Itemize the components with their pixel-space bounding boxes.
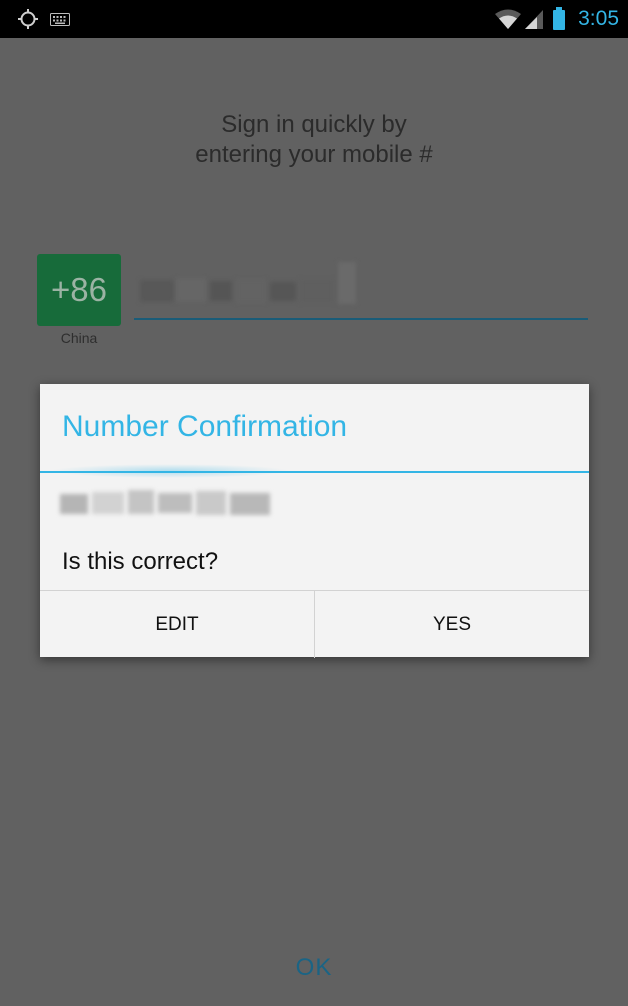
confirmed-number-obscured bbox=[60, 488, 275, 518]
status-bar: 3:05 bbox=[0, 0, 628, 38]
number-confirmation-dialog: Number Confirmation Is this correct? EDI… bbox=[40, 384, 589, 658]
country-code-label: +86 bbox=[51, 271, 107, 308]
ok-button[interactable]: OK bbox=[0, 938, 628, 998]
dialog-question: Is this correct? bbox=[62, 548, 219, 575]
dialog-button-bar: EDIT YES bbox=[40, 590, 589, 658]
country-name-label: China bbox=[60, 330, 98, 346]
country-code-button[interactable]: +86 bbox=[37, 254, 121, 326]
edit-button[interactable]: EDIT bbox=[40, 591, 314, 658]
gps-icon bbox=[17, 0, 39, 38]
signal-icon bbox=[524, 8, 544, 30]
wifi-icon bbox=[494, 8, 522, 30]
screen: 3:05 Sign in quickly by entering your mo… bbox=[0, 0, 628, 1006]
dialog-title: Number Confirmation bbox=[62, 410, 348, 443]
dialog-divider bbox=[40, 471, 589, 473]
sign-in-prompt: Sign in quickly by entering your mobile … bbox=[195, 111, 433, 168]
battery-icon bbox=[552, 7, 566, 31]
phone-number-obscured bbox=[140, 262, 356, 304]
yes-button[interactable]: YES bbox=[314, 591, 589, 658]
phone-number-field[interactable] bbox=[134, 262, 588, 320]
clock: 3:05 bbox=[578, 7, 619, 30]
keyboard-icon bbox=[50, 0, 70, 38]
